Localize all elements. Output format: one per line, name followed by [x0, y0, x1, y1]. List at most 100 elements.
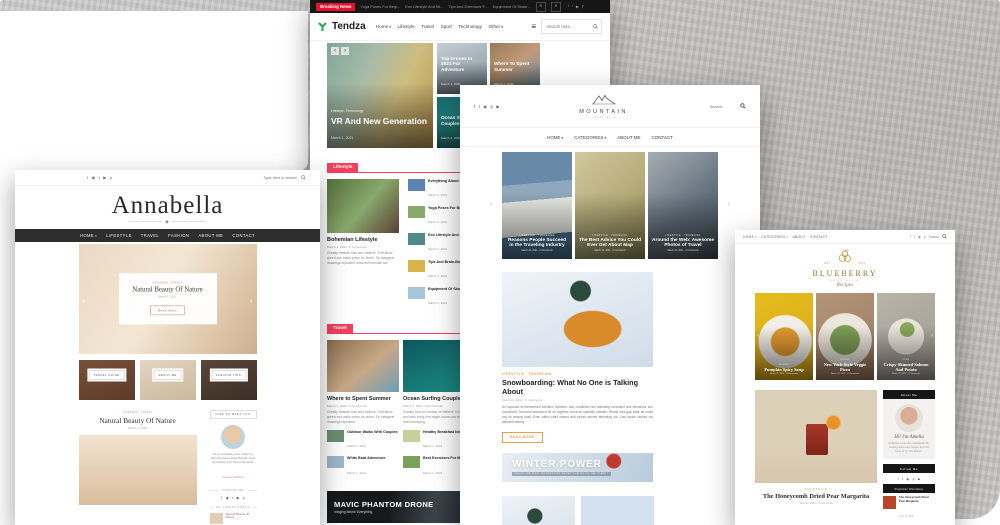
recipe-title[interactable]: New York-Style Veggie Pizza — [820, 362, 870, 373]
post-thumb[interactable] — [408, 287, 425, 299]
nav-travel[interactable]: Travel — [421, 24, 434, 29]
post-photo[interactable] — [502, 272, 653, 367]
prev-arrow[interactable]: ‹ — [331, 47, 339, 55]
post-category[interactable]: LIFESTYLE · TRAVELING — [506, 235, 568, 237]
recipe-card[interactable]: SOUPSPumpkin Spicy SoupMarch 22, 2021 · … — [755, 293, 813, 380]
post-title[interactable]: Outdoor Walks With Couples — [347, 430, 398, 434]
read-more-button[interactable]: READ MORE — [502, 432, 543, 443]
post-title[interactable]: Natural Beauty Of Nature — [125, 286, 211, 293]
menu-icon[interactable]: ≡ — [531, 22, 536, 31]
instagram-icon[interactable]: ◉ — [226, 496, 229, 500]
recipe-category[interactable]: COCKTAILS — [755, 487, 877, 491]
prev-arrow[interactable]: ‹ — [757, 333, 759, 339]
next-arrow[interactable]: › — [931, 333, 933, 339]
nav-other[interactable]: Other — [489, 24, 504, 29]
banner-travel[interactable]: TRAVEL GUIDE — [79, 360, 135, 400]
pinterest-icon[interactable]: p — [491, 104, 493, 109]
breaking-next-button[interactable]: » — [551, 2, 561, 12]
pinterest-icon[interactable]: p — [924, 235, 926, 239]
prev-arrow[interactable]: ‹ — [83, 296, 86, 305]
post-photo[interactable] — [581, 496, 654, 525]
instagram-icon[interactable]: ◉ — [906, 477, 909, 481]
facebook-icon[interactable]: f — [221, 496, 222, 500]
banner-fashion[interactable]: FASHION TIPS — [201, 360, 257, 400]
next-arrow[interactable]: › — [250, 296, 253, 305]
banner-label[interactable]: TRAVEL GUIDE — [88, 370, 124, 380]
post-thumb[interactable] — [327, 456, 344, 468]
search-icon[interactable] — [740, 103, 746, 109]
post-thumb[interactable] — [408, 233, 425, 245]
nav-contact[interactable]: CONTACT — [810, 235, 828, 239]
post-card[interactable]: Where to Spent Summer March 1, 2021 | 0 … — [327, 340, 399, 425]
breaking-prev-button[interactable]: « — [536, 2, 546, 12]
post-thumb[interactable] — [403, 456, 420, 468]
post-photo[interactable] — [502, 496, 575, 525]
pinterest-icon[interactable]: p — [243, 496, 245, 500]
youtube-icon[interactable]: ▶ — [576, 4, 579, 9]
post-thumb[interactable] — [408, 179, 425, 191]
post-category[interactable]: LIFESTYLE · TRAVELING — [652, 235, 714, 237]
nav-travel[interactable]: TRAVEL — [141, 233, 159, 238]
breaking-news-link[interactable]: Eco Lifestyle And Mi... — [405, 4, 443, 9]
nav-fashion[interactable]: FASHION — [168, 233, 189, 238]
post-title[interactable]: Top Drones In 2021 For Adventure — [441, 56, 483, 72]
post-photo[interactable] — [327, 340, 399, 392]
breaking-news-link[interactable]: Equipment Of Skate... — [493, 4, 531, 9]
search-input[interactable] — [545, 23, 591, 30]
post-title[interactable]: The Best Advice You Could Ever Get About… — [579, 238, 641, 250]
post-photo[interactable] — [79, 435, 197, 505]
facebook-icon[interactable]: f — [898, 477, 899, 481]
twitter-icon[interactable]: t — [572, 4, 573, 9]
twitter-icon[interactable]: t — [479, 104, 480, 109]
list-item[interactable]: White Boat AdventureMarch 1, 2021 — [327, 456, 399, 478]
recipe-card[interactable]: FISHCrispy-Skinned Salmon And PotatoMarc… — [877, 293, 935, 380]
hero-slider[interactable]: ‹ › Lifestyle, Travel Natural Beauty Of … — [79, 244, 257, 354]
pinterest-icon[interactable]: p — [582, 4, 584, 9]
post-title[interactable]: White Boat Adventure — [347, 456, 385, 460]
nav-lifestyle[interactable]: Lifestyle — [398, 24, 415, 29]
post-title[interactable]: Snowboarding: What No One is Talking Abo… — [502, 378, 653, 396]
blueberry-logo-block[interactable]: EST. 2021 BLUEBERRY FOOD BLOG Recipes — [735, 244, 955, 288]
winter-banner[interactable]: WINTER POWER CHECK THE MOST INTERESTING … — [502, 453, 653, 482]
post-thumb[interactable] — [327, 430, 344, 442]
recipe-card[interactable]: PIZZANew York-Style Veggie PizzaMarch 22… — [816, 293, 874, 380]
post-category[interactable]: LIFESTYLE · TRAVELING — [502, 372, 653, 376]
pinterest-icon[interactable]: p — [913, 477, 915, 481]
search-icon[interactable] — [301, 175, 306, 180]
youtube-icon[interactable]: ▶ — [237, 496, 240, 500]
instagram-icon[interactable]: ◉ — [483, 104, 487, 109]
search-label[interactable]: Search — [929, 235, 939, 239]
post-thumb[interactable] — [408, 260, 425, 272]
section-badge-travel[interactable]: Travel — [327, 324, 353, 334]
twitter-icon[interactable]: t — [902, 477, 903, 481]
search-icon[interactable] — [942, 234, 947, 239]
nav-about-me[interactable]: ABOUT ME — [198, 233, 223, 238]
post-title[interactable]: VR And New Generation — [331, 117, 429, 126]
nav-about[interactable]: ABOUT — [793, 235, 806, 239]
hero-post[interactable]: ‹ › Lifestyle, Technology VR And New Gen… — [327, 43, 433, 148]
recipe-title[interactable]: The Honeycomb Dried Pear Margarita — [899, 496, 935, 503]
post-thumb[interactable] — [403, 430, 420, 442]
post-category[interactable]: Lifestyle, Travel — [125, 280, 211, 284]
recipe-category[interactable]: SOUPS — [759, 364, 809, 366]
recipe-title[interactable]: Pumpkin Spicy Soup — [759, 367, 809, 372]
continue-reading-link[interactable]: Continue Reading — [222, 476, 244, 479]
facebook-icon[interactable]: f — [568, 4, 569, 9]
next-arrow[interactable]: › — [341, 47, 349, 55]
recipe-title[interactable]: Crispy-Skinned Salmon And Potato — [881, 362, 931, 373]
post-title[interactable]: Around the Web: Awesome Photos of Travel — [652, 238, 714, 250]
post-thumb[interactable] — [883, 496, 896, 509]
nav-home[interactable]: HOME — [80, 233, 97, 238]
instagram-icon[interactable]: ◉ — [918, 235, 921, 239]
recipe-title[interactable]: The Honeycomb Dried Pear Margarita — [755, 493, 877, 500]
nav-contact[interactable]: CONTACT — [232, 233, 255, 238]
post-photo[interactable] — [755, 390, 877, 483]
facebook-icon[interactable]: f — [474, 104, 475, 109]
search-input[interactable] — [708, 103, 738, 110]
nav-contact[interactable]: CONTACT — [652, 135, 673, 140]
list-item[interactable]: The Honeycomb Dried Pear MargaritaJune 1… — [883, 496, 935, 521]
youtube-icon[interactable]: ▶ — [103, 175, 106, 180]
breaking-news-link[interactable]: Yoga Poses For Begi... — [360, 4, 400, 9]
nav-categories[interactable]: CATEGORIES — [574, 135, 606, 140]
list-item[interactable]: Outdoor Walks With CouplesMarch 1, 2021 — [327, 430, 399, 452]
